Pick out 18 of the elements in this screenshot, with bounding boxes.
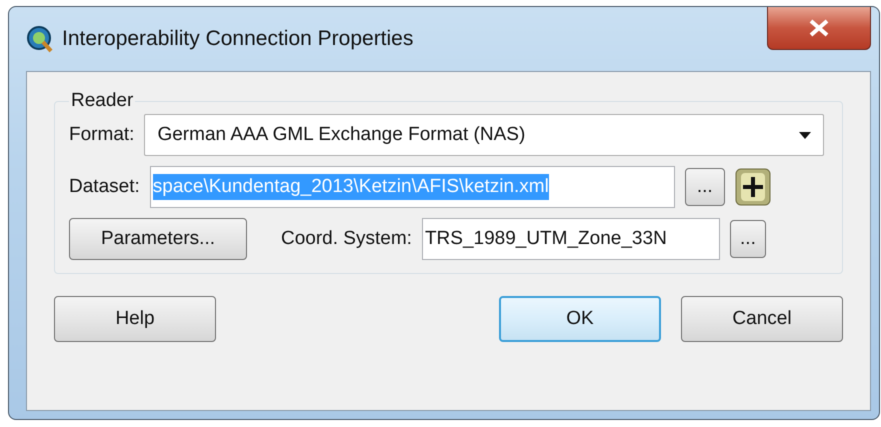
ok-button[interactable]: OK: [499, 296, 661, 342]
dropdown-arrow-icon: [799, 132, 811, 138]
dataset-label: Dataset:: [69, 176, 140, 198]
coord-system-field[interactable]: TRS_1989_UTM_Zone_33N: [422, 218, 720, 260]
window-title: Interoperability Connection Properties: [62, 27, 414, 51]
app-logo-icon: [26, 25, 54, 53]
browse-button[interactable]: ...: [684, 168, 725, 206]
close-button[interactable]: [767, 7, 871, 50]
format-label: Format:: [69, 124, 134, 146]
add-database-icon[interactable]: [734, 168, 771, 206]
group-title: Reader: [70, 90, 134, 112]
format-dropdown[interactable]: German AAA GML Exchange Format (NAS): [144, 114, 824, 156]
help-button[interactable]: Help: [54, 296, 216, 342]
cancel-button[interactable]: Cancel: [681, 296, 843, 342]
close-icon: [807, 18, 831, 38]
parameters-button[interactable]: Parameters...: [69, 218, 247, 260]
coord-system-label: Coord. System:: [281, 228, 412, 250]
browse-button[interactable]: ...: [730, 220, 766, 258]
